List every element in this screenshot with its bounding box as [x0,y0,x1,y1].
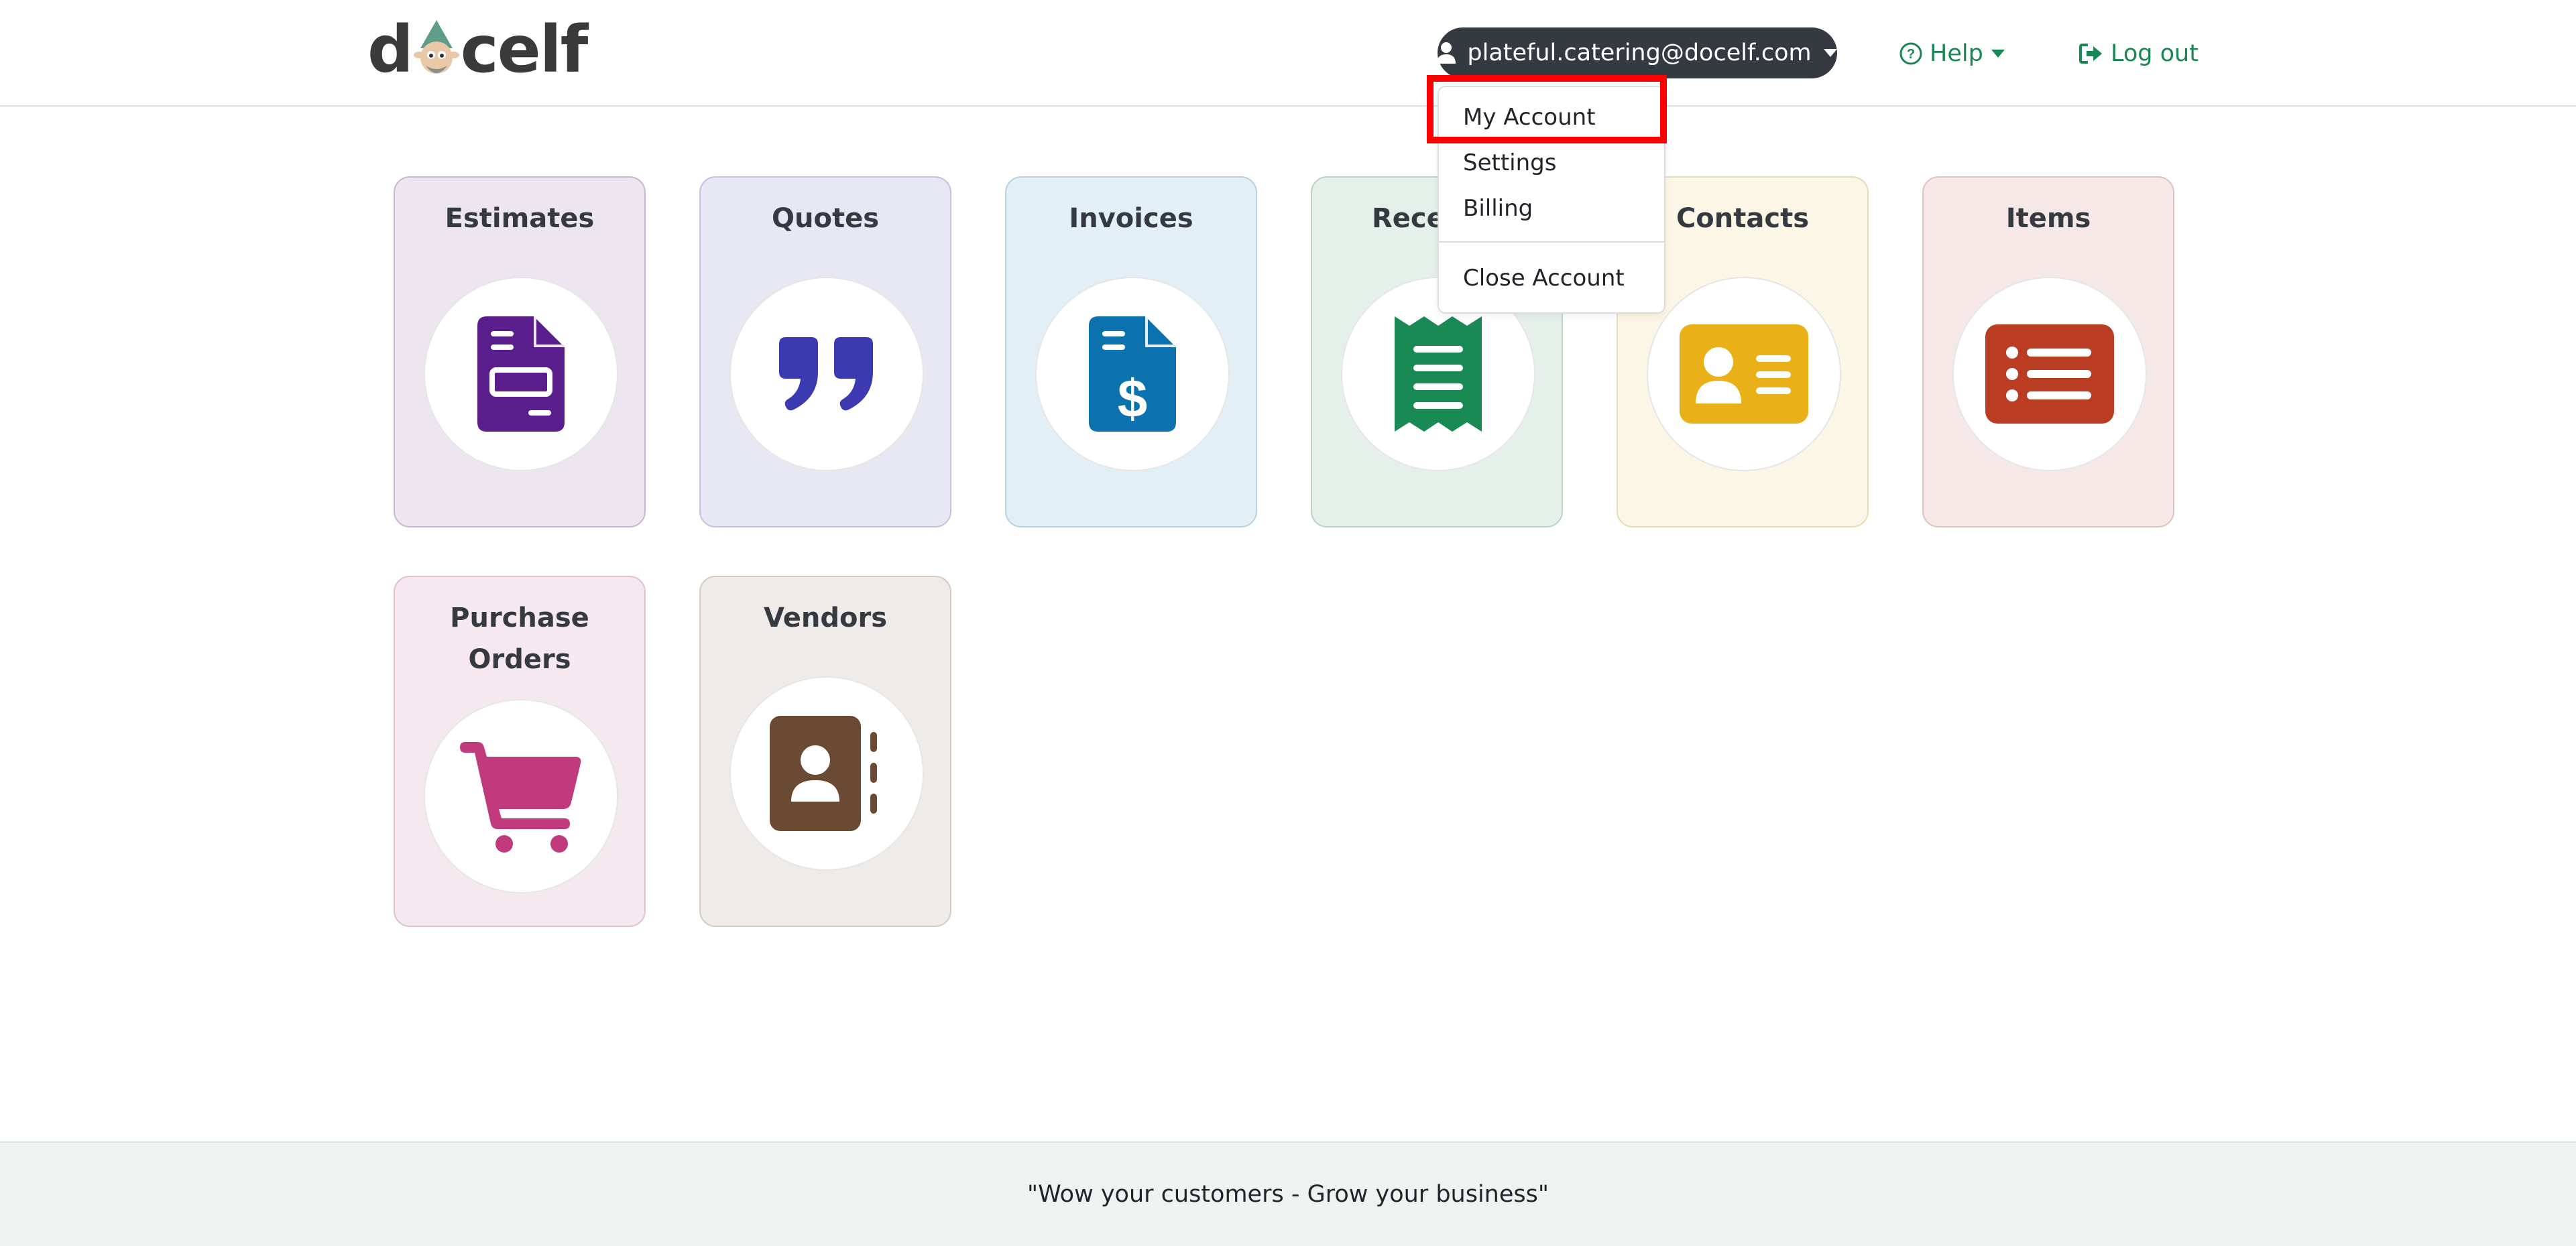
file-dollar-icon: $ [1089,316,1176,432]
tile-title: Vendors [763,603,888,633]
tile-title: Estimates [445,203,595,234]
tile-title: Invoices [1069,203,1193,234]
receipt-icon [1395,316,1482,432]
tile-title: Quotes [771,203,880,234]
menu-divider [1439,241,1664,243]
footer: "Wow your customers - Grow your business… [0,1141,2576,1246]
tile-purchase-orders[interactable]: Purchase Orders [394,576,646,927]
logo-text-right: celf [460,12,589,87]
menu-item-my-account[interactable]: My Account [1463,101,1596,134]
quote-icon [779,337,873,411]
menu-item-close-account[interactable]: Close Account [1463,261,1625,295]
caret-down-icon [1823,49,1837,57]
user-icon [1437,42,1456,64]
top-navbar: d celf plateful.catering@docelf.com ? He… [0,0,2576,107]
tile-icon-circle [1952,277,2147,471]
elf-mascot-icon [410,16,463,83]
tile-icon-circle: $ [1035,277,1230,471]
svg-text:?: ? [1907,47,1915,62]
logo-text-left: d [367,12,414,87]
cart-icon [460,742,581,853]
address-book-icon [770,716,877,831]
tile-vendors[interactable]: Vendors [699,576,951,927]
tile-quotes[interactable]: Quotes [699,176,951,527]
tile-invoices[interactable]: Invoices $ [1005,176,1257,527]
caret-down-icon [1991,50,2005,58]
list-icon [1985,324,2114,424]
tile-icon-circle [424,699,618,893]
logout-link[interactable]: Log out [2079,34,2199,74]
docelf-logo[interactable]: d celf [367,12,589,87]
file-invoice-icon [477,316,565,432]
menu-item-billing[interactable]: Billing [1463,192,1533,225]
footer-tagline: "Wow your customers - Grow your business… [1027,1181,1549,1208]
tile-estimates[interactable]: Estimates [394,176,646,527]
tile-icon-circle [424,277,618,471]
tile-icon-circle [729,277,924,471]
id-card-icon [1680,324,1808,424]
tile-title: Items [2005,203,2091,234]
tile-title: Purchase Orders [450,603,589,675]
menu-item-settings[interactable]: Settings [1463,146,1556,180]
account-dropdown-menu: My Account Settings Billing Close Accoun… [1438,86,1665,314]
tile-icon-circle [729,676,924,871]
account-dropdown-button[interactable]: plateful.catering@docelf.com [1437,27,1837,78]
question-circle-icon: ? [1899,42,1922,65]
svg-text:$: $ [1118,369,1148,428]
tile-icon-circle [1647,277,1841,471]
help-dropdown[interactable]: ? Help [1899,34,2006,74]
logout-label: Log out [2111,40,2199,67]
tile-items[interactable]: Items [1922,176,2174,527]
account-email: plateful.catering@docelf.com [1467,40,1812,66]
help-label: Help [1930,40,1983,67]
sign-out-icon [2079,44,2102,64]
